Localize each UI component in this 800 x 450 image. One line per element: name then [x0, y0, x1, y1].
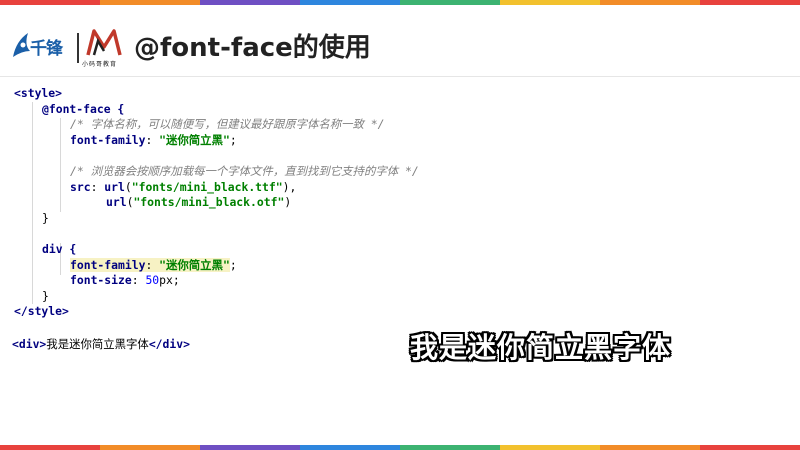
css-property: src — [70, 179, 91, 194]
div-example: <div>我是迷你简立黑字体</div> — [12, 336, 190, 352]
div-selector: div { — [42, 241, 77, 256]
brace: } — [42, 210, 49, 225]
color-segment — [400, 445, 500, 450]
style-close-tag: </style> — [14, 304, 69, 319]
url-function: url — [104, 179, 125, 194]
logo-divider — [77, 33, 79, 63]
code-line: <style> — [14, 86, 419, 102]
code-line: url("fonts/mini_black.otf") — [14, 195, 419, 211]
css-string: "迷你简立黑" — [159, 132, 230, 147]
code-line: div { — [14, 242, 419, 258]
color-segment — [200, 445, 300, 450]
colon: : — [145, 132, 160, 147]
css-unit: px — [159, 273, 173, 288]
div-text: 我是迷你简立黑字体 — [46, 337, 149, 351]
semicolon: ; — [172, 273, 180, 288]
semicolon: ; — [229, 257, 237, 272]
code-line: font-family: "迷你简立黑"; — [14, 133, 419, 149]
color-segment — [0, 445, 100, 450]
colon: : — [131, 273, 146, 288]
paren: ), — [282, 179, 297, 194]
code-line: </style> — [14, 304, 419, 320]
css-property: font-size — [70, 273, 132, 288]
color-segment — [300, 445, 400, 450]
paren: ) — [284, 195, 292, 210]
m-letter-icon — [86, 29, 122, 56]
url-function: url — [106, 195, 127, 210]
qianfeng-logo: 千锋 — [10, 31, 74, 63]
color-segment — [500, 445, 600, 450]
code-line: } — [14, 289, 419, 305]
div-open-tag: <div> — [12, 337, 47, 351]
brace: } — [42, 288, 49, 303]
color-segment — [700, 445, 800, 450]
code-line: @font-face { — [14, 102, 419, 118]
css-number: 50 — [145, 273, 160, 288]
page-title: @font-face的使用 — [134, 33, 371, 63]
xiaomage-logo: 小码哥教育 — [82, 29, 130, 69]
bottom-color-bar — [0, 445, 800, 450]
css-string: "迷你简立黑" — [159, 257, 230, 272]
header: 千锋 小码哥教育 @font-face的使用 — [0, 5, 800, 77]
code-line: /* 字体名称，可以随便写，但建议最好跟原字体名称一致 */ — [14, 117, 419, 133]
div-close-tag: </div> — [148, 337, 190, 351]
logo-main-text: 千锋 — [30, 39, 63, 59]
code-line: /* 浏览器会按顺序加载每一个字体文件，直到找到它支持的字体 */ — [14, 164, 419, 180]
code-line: } — [14, 211, 419, 227]
css-string: "fonts/mini_black.otf" — [133, 195, 285, 210]
logo-sub-text: 小码哥教育 — [82, 61, 118, 68]
font-demo-text: 我是迷你简立黑字体 — [410, 331, 672, 364]
code-comment: /* 字体名称，可以随便写，但建议最好跟原字体名称一致 */ — [70, 117, 385, 132]
color-segment — [100, 445, 200, 450]
highlighted-declaration: font-family: "迷你简立黑" — [70, 257, 230, 272]
semicolon: ; — [229, 132, 237, 147]
paren: ( — [124, 179, 132, 194]
colon: : — [145, 257, 160, 272]
code-block: <style> @font-face { /* 字体名称，可以随便写，但建议最好… — [14, 86, 419, 320]
code-comment: /* 浏览器会按顺序加载每一个字体文件，直到找到它支持的字体 */ — [70, 163, 419, 178]
style-open-tag: <style> — [14, 86, 63, 100]
css-string: "fonts/mini_black.ttf" — [131, 179, 283, 194]
code-line: font-family: "迷你简立黑"; — [14, 257, 419, 274]
fontface-rule: @font-face { — [42, 101, 125, 116]
code-line: font-size: 50px; — [14, 273, 419, 289]
css-property: font-family — [70, 257, 146, 272]
css-property: font-family — [70, 132, 146, 147]
colon: : — [90, 179, 105, 194]
color-segment — [600, 445, 700, 450]
code-line: src: url("fonts/mini_black.ttf"), — [14, 180, 419, 196]
